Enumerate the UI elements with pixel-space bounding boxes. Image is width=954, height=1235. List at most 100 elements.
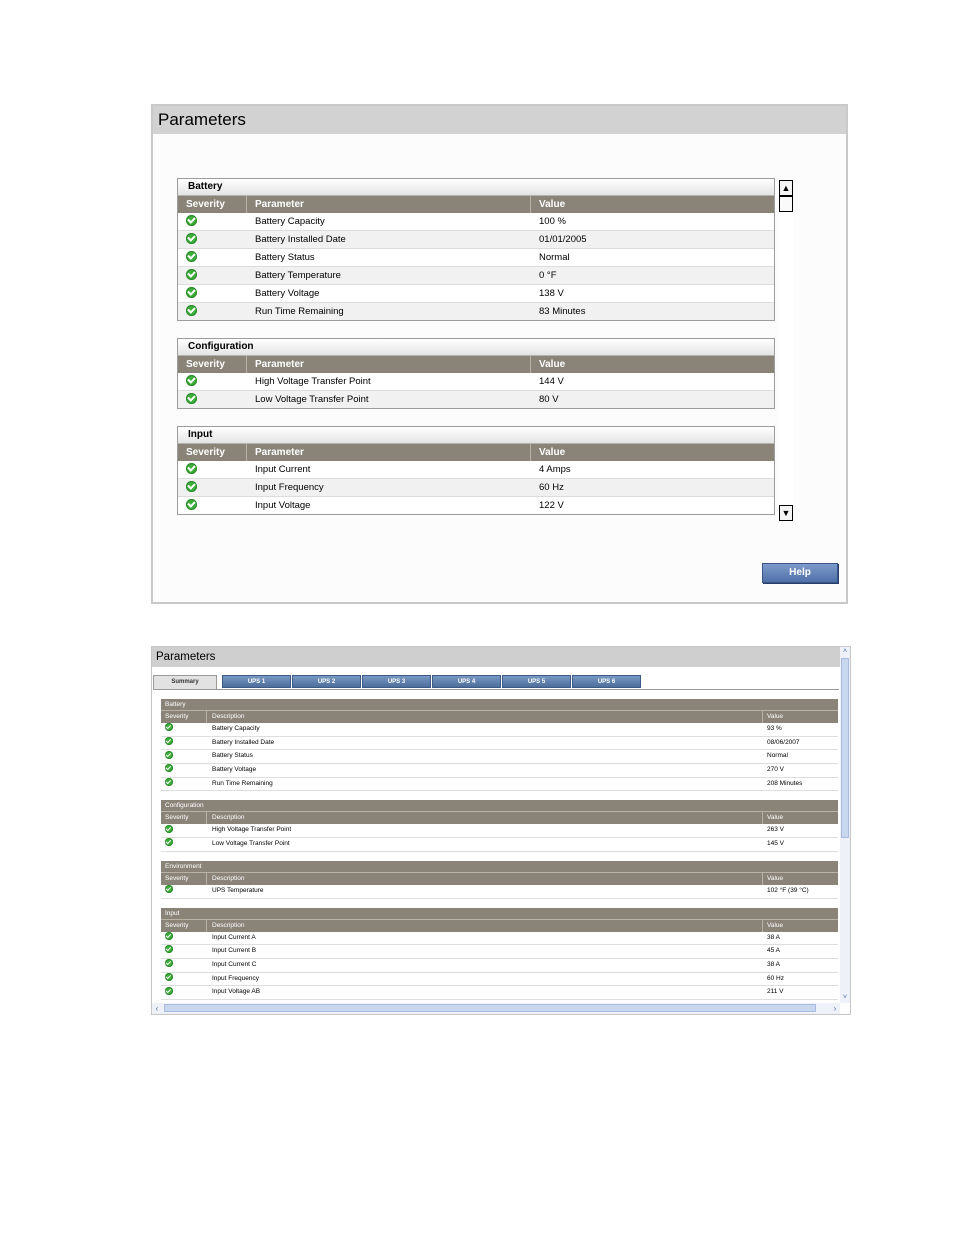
column-header[interactable]: Severity (161, 812, 207, 825)
column-header[interactable]: Severity (178, 356, 247, 373)
severity-cell (178, 461, 247, 478)
parameter-groups: Battery Severity Parameter Value Battery Cap… (177, 178, 775, 515)
parameter-value: 100 % (539, 216, 566, 227)
scroll-thumb[interactable] (164, 1004, 816, 1012)
parameter-value: 102 °F (39 °C) (767, 886, 809, 894)
column-header[interactable]: Description (207, 711, 763, 723)
parameter-value: 38 A (767, 960, 781, 968)
scroll-up-arrow-icon[interactable]: ▲ (779, 180, 793, 196)
table-body: Battery Capacity 100 % Battery Installed D… (178, 213, 774, 320)
severity-cell (161, 885, 207, 898)
parameter-name: Low Voltage Transfer Point (255, 394, 369, 405)
table-row: Battery Temperature 0 °F (178, 267, 774, 285)
parameter-value: 01/01/2005 (539, 234, 587, 245)
vertical-scrollbar[interactable]: ▲ ▼ (779, 180, 793, 521)
parameter-name: Input Current B (212, 947, 257, 955)
parameter-value: 0 °F (539, 270, 557, 281)
table-row: Battery Status Normal (161, 750, 838, 765)
parameter-group-battery: Battery Severity Description Value Battery C… (161, 699, 838, 792)
tab-ups-5[interactable]: UPS 5 (502, 675, 571, 688)
parameter-name: Input Voltage AB (212, 988, 261, 996)
column-header[interactable]: Value (531, 444, 774, 461)
column-header[interactable]: Severity (178, 444, 247, 461)
parameter-value: 93 % (767, 725, 782, 732)
ok-check-icon (186, 232, 197, 244)
column-header[interactable]: Value (763, 711, 838, 723)
table-row: Battery Status Normal (178, 249, 774, 267)
ok-check-icon (186, 250, 197, 262)
vertical-scrollbar[interactable]: ˄ ˅ (840, 647, 850, 1003)
tab-ups-6[interactable]: UPS 6 (572, 675, 641, 688)
table-row: Run Time Remaining 83 Minutes (178, 303, 774, 320)
severity-cell (178, 213, 247, 230)
column-header[interactable]: Value (763, 873, 838, 885)
scroll-up-arrow-icon[interactable]: ˄ (840, 647, 850, 657)
table-row: High Voltage Transfer Point 263 V (161, 824, 838, 839)
severity-cell (161, 750, 207, 763)
table-row: Input Voltage 122 V (178, 497, 774, 514)
parameters-scroll-area: Battery Severity Parameter Value Battery Cap… (177, 178, 775, 521)
table-row: Battery Installed Date 08/06/2007 (161, 736, 838, 751)
severity-cell (178, 267, 247, 284)
parameter-value: 122 V (539, 500, 564, 511)
parameters-panel-classic: Parameters Battery Severity Parameter Value… (151, 104, 848, 604)
tab-summary[interactable]: Summary (153, 675, 217, 689)
parameter-name: Input Frequency (212, 974, 259, 982)
column-header[interactable]: Severity (161, 711, 207, 723)
column-header[interactable]: Parameter (247, 444, 531, 461)
parameter-group-input: Input Severity Parameter Value Input Current… (177, 426, 775, 515)
column-header[interactable]: Severity (161, 919, 207, 932)
severity-cell (161, 764, 207, 777)
parameter-name: Input Current (255, 464, 311, 475)
column-header[interactable]: Severity (161, 872, 207, 885)
parameters-panel-multi-ups: Parameters Summary UPS 1 UPS 2 UPS 3 UPS 4 UP… (151, 646, 851, 1015)
scroll-thumb[interactable] (779, 196, 793, 212)
tab-ups-3[interactable]: UPS 3 (362, 675, 431, 688)
table-row: High Voltage Transfer Point 144 V (178, 373, 774, 391)
group-title: Configuration (178, 339, 774, 356)
ok-check-icon (165, 986, 173, 995)
table-row: UPS Temperature 102 °F (39 °C) (161, 885, 838, 899)
column-header[interactable]: Description (207, 919, 763, 932)
ok-check-icon (165, 838, 173, 847)
table-row: Battery Capacity 100 % (178, 213, 774, 231)
parameter-name: Battery Installed Date (255, 234, 346, 245)
parameter-name: Low Voltage Transfer Point (212, 840, 290, 848)
group-title: Input (161, 907, 838, 919)
table-row: Input Voltage AB 211 V (161, 986, 838, 1000)
column-header[interactable]: Severity (178, 196, 247, 213)
severity-cell (161, 986, 207, 999)
tab-ups-4[interactable]: UPS 4 (432, 675, 501, 688)
severity-cell (161, 778, 207, 791)
parameter-name: Battery Capacity (255, 216, 325, 227)
table-row: Input Current A 38 A (161, 931, 838, 946)
scroll-down-arrow-icon[interactable]: ˅ (840, 993, 850, 1003)
column-headers: Severity Description Value (161, 918, 838, 932)
scroll-left-arrow-icon[interactable]: ‹ (152, 1003, 162, 1014)
tab-ups-1[interactable]: UPS 1 (222, 675, 291, 688)
horizontal-scrollbar[interactable]: ‹ › (152, 1003, 840, 1014)
scroll-thumb[interactable] (841, 658, 849, 838)
tab-ups-2[interactable]: UPS 2 (292, 675, 361, 688)
column-header[interactable]: Value (531, 356, 774, 373)
severity-cell (161, 723, 207, 736)
column-header[interactable]: Parameter (247, 356, 531, 373)
table-row: Battery Capacity 93 % (161, 723, 838, 737)
column-header[interactable]: Value (763, 920, 838, 932)
help-button[interactable]: Help (762, 563, 838, 583)
parameter-value: 45 A (767, 947, 781, 955)
column-header[interactable]: Parameter (247, 196, 531, 213)
ok-check-icon (165, 736, 173, 745)
scroll-down-arrow-icon[interactable]: ▼ (779, 505, 793, 521)
parameter-value: 138 V (539, 288, 564, 299)
scroll-right-arrow-icon[interactable]: › (830, 1003, 840, 1014)
column-header[interactable]: Value (763, 812, 838, 824)
column-headers: Severity Parameter Value (178, 356, 774, 373)
parameter-name: High Voltage Transfer Point (255, 376, 371, 387)
column-header[interactable]: Description (207, 872, 763, 885)
group-title: Configuration (161, 800, 838, 812)
column-header[interactable]: Description (207, 812, 763, 825)
parameter-value: 38 A (767, 933, 781, 941)
column-header[interactable]: Value (531, 196, 774, 213)
ok-check-icon (186, 462, 197, 474)
